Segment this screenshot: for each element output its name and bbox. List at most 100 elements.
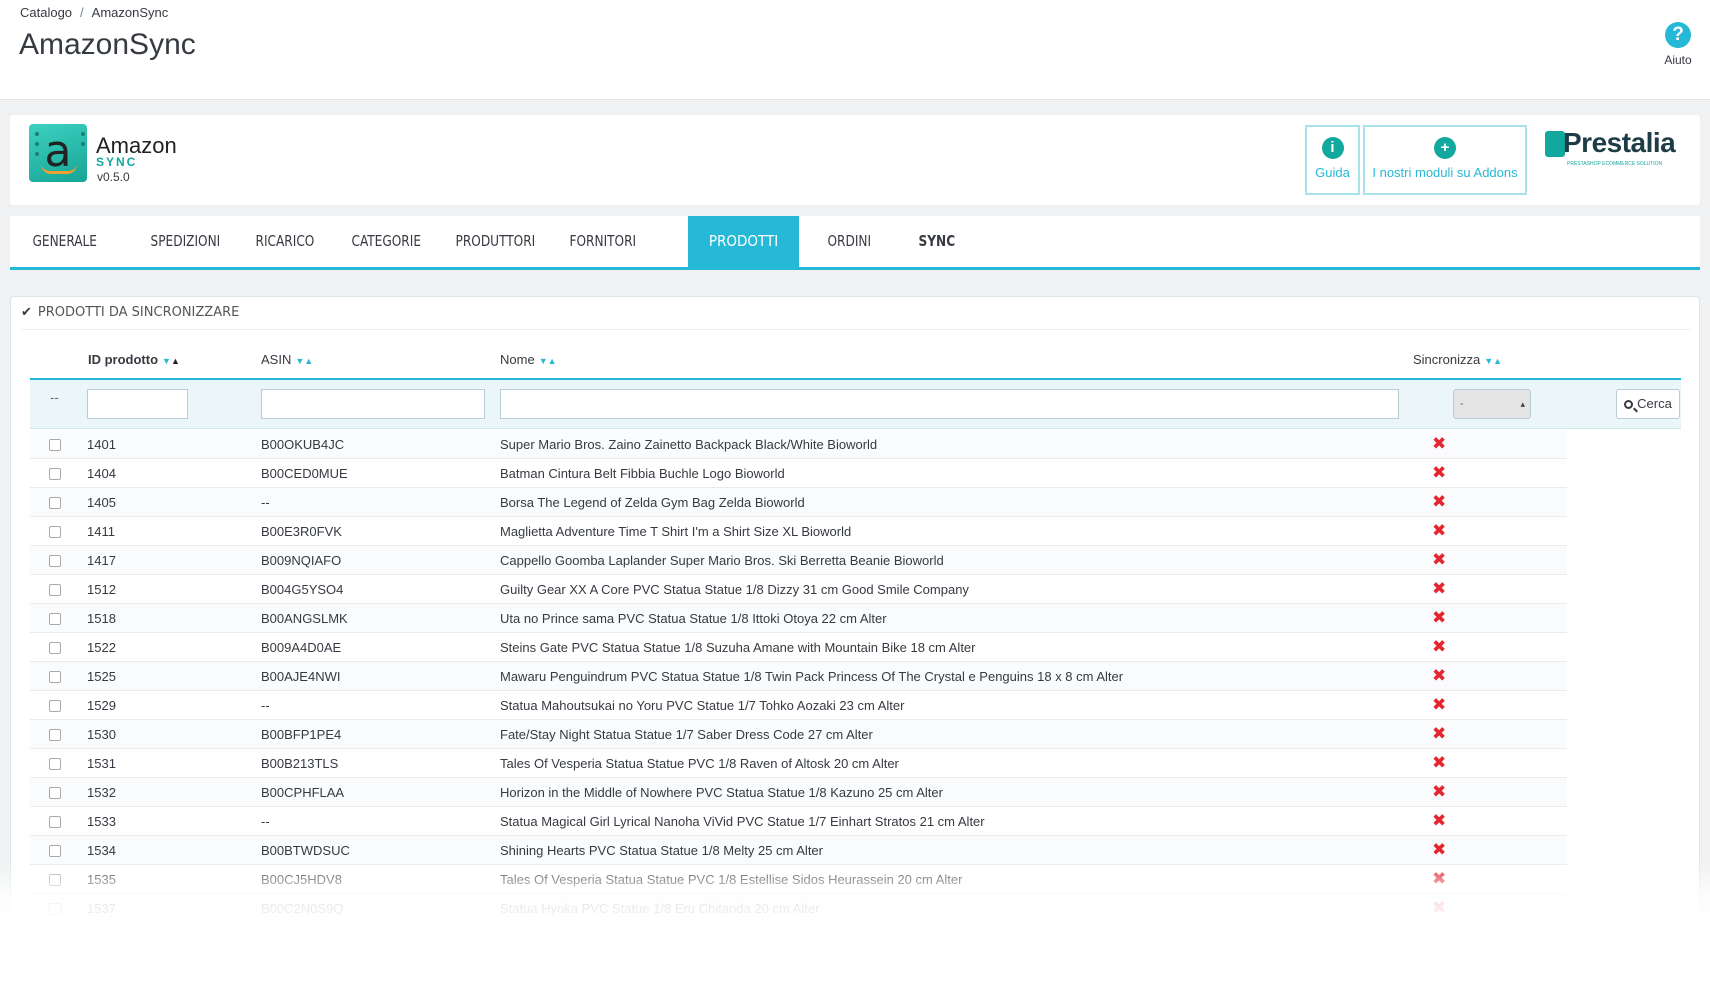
row-asin: B00BFP1PE4 [261,727,342,742]
row-checkbox[interactable] [49,439,61,451]
filter-sync-select[interactable]: - ▴▾ [1453,389,1531,437]
row-checkbox[interactable] [49,555,61,567]
row-checkbox[interactable] [49,845,61,857]
row-id: 1530 [87,727,116,742]
row-name: Fate/Stay Night Statua Statue 1/7 Saber … [500,727,873,742]
table-row[interactable]: 1411 B00E3R0FVK Maglietta Adventure Time T… [30,517,1567,546]
row-id: 1512 [87,582,116,597]
row-asin: B004G5YSO4 [261,582,344,597]
sort-desc-icon[interactable]: ▼ [162,356,171,366]
sync-disabled-icon[interactable]: ✖ [1432,463,1446,483]
tab-sync[interactable]: SYNC [896,216,978,267]
tab-produttori[interactable]: PRODUTTORI [433,216,558,267]
row-checkbox[interactable] [49,526,61,538]
sort-desc-icon[interactable]: ▼ [539,356,548,366]
filter-id-input[interactable] [87,389,188,419]
tab-ordini[interactable]: ORDINI [805,216,894,267]
guide-button[interactable]: i Guida [1305,125,1360,195]
tab-fornitori[interactable]: FORNITORI [547,216,659,267]
row-id: 1404 [87,466,116,481]
addons-modules-button[interactable]: + I nostri moduli su Addons [1363,125,1527,195]
sort-desc-icon[interactable]: ▼ [295,356,304,366]
sync-disabled-icon[interactable]: ✖ [1432,637,1446,657]
row-checkbox[interactable] [49,816,61,828]
sync-disabled-icon[interactable]: ✖ [1432,550,1446,570]
tab-generale[interactable]: GENERALE [10,216,119,267]
tab-prodotti[interactable]: PRODOTTI [688,216,799,267]
sync-disabled-icon[interactable]: ✖ [1432,579,1446,599]
sync-disabled-icon[interactable]: ✖ [1432,695,1446,715]
row-asin: B00AJE4NWI [261,669,341,684]
module-header-panel: a Amazon SYNC v0.5.0 i Guida + I nostri … [10,115,1700,205]
row-checkbox[interactable] [49,787,61,799]
help-button[interactable]: ? Aiuto [1658,22,1698,67]
sort-asc-icon[interactable]: ▲ [1493,356,1502,366]
row-checkbox[interactable] [49,758,61,770]
tab-spedizioni[interactable]: SPEDIZIONI [128,216,243,267]
row-id: 1532 [87,785,116,800]
row-checkbox[interactable] [49,584,61,596]
tab-ricarico[interactable]: RICARICO [233,216,337,267]
sync-disabled-icon[interactable]: ✖ [1432,492,1446,512]
search-button[interactable]: Cerca [1616,389,1680,419]
row-checkbox[interactable] [49,700,61,712]
sync-disabled-icon[interactable]: ✖ [1432,521,1446,541]
breadcrumb-parent[interactable]: Catalogo [20,5,72,20]
plus-circle-icon: + [1434,137,1456,159]
sync-disabled-icon[interactable]: ✖ [1432,840,1446,860]
sync-disabled-icon[interactable]: ✖ [1432,811,1446,831]
column-id-label: ID prodotto [88,352,159,367]
row-id: 1531 [87,756,116,771]
prestalia-tagline: PRESTASHOP ECOMMERCE SOLUTION [1567,161,1663,167]
column-header-id[interactable]: ID prodotto ▼▲ [88,352,180,367]
bottom-fade [0,860,1710,983]
sync-disabled-icon[interactable]: ✖ [1432,608,1446,628]
row-checkbox[interactable] [49,671,61,683]
sort-desc-icon[interactable]: ▼ [1484,356,1493,366]
row-checkbox[interactable] [49,642,61,654]
column-header-asin[interactable]: ASIN ▼▲ [261,352,313,367]
prestalia-name: Prestalia [1563,127,1676,158]
row-asin: B00OKUB4JC [261,437,345,452]
tab-categorie[interactable]: CATEGORIE [329,216,443,267]
sort-asc-icon[interactable]: ▲ [304,356,313,366]
filter-row: -- - ▴▾ Cerca [30,378,1681,437]
row-checkbox[interactable] [49,468,61,480]
row-checkbox[interactable] [49,729,61,741]
page-title: AmazonSync [19,28,196,61]
table-row[interactable]: 1532 B00CPHFLAA Horizon in the Middle of N… [30,778,1567,807]
table-row[interactable]: 1530 B00BFP1PE4 Fate/Stay Night Statua Sta… [30,720,1567,749]
table-row[interactable]: 1533 -- Statua Magical Girl Lyrical Nanoha… [30,807,1567,836]
filter-asin-input[interactable] [261,389,485,419]
sort-asc-icon[interactable]: ▲ [171,356,180,366]
table-row[interactable]: 1525 B00AJE4NWI Mawaru Penguindrum PVC Sta… [30,662,1567,691]
table-row[interactable]: 1531 B00B213TLS Tales Of Vesperia Statua S… [30,749,1567,778]
row-name: Statua Mahoutsukai no Yoru PVC Statue 1/… [500,698,905,713]
sync-disabled-icon[interactable]: ✖ [1432,782,1446,802]
table-row[interactable]: 1522 B009A4D0AE Steins Gate PVC Statua Sta… [30,633,1567,662]
sync-disabled-icon[interactable]: ✖ [1432,434,1446,454]
filter-name-input[interactable] [500,389,1399,419]
row-checkbox[interactable] [49,613,61,625]
column-header-name[interactable]: Nome ▼▲ [500,352,557,367]
table-row[interactable]: 1512 B004G5YSO4 Guilty Gear XX A Core PVC … [30,575,1567,604]
row-name: Shining Hearts PVC Statua Statue 1/8 Mel… [500,843,823,858]
sort-asc-icon[interactable]: ▲ [548,356,557,366]
table-row[interactable]: 1404 B00CED0MUE Batman Cintura Belt Fibbia… [30,459,1567,488]
bulk-actions-toggle[interactable]: -- [50,390,59,405]
column-sync-label: Sincronizza [1413,352,1481,367]
table-row[interactable]: 1417 B009NQIAFO Cappello Goomba Laplander … [30,546,1567,575]
column-header-sync[interactable]: Sincronizza ▼▲ [1413,352,1502,367]
row-name: Mawaru Penguindrum PVC Statua Statue 1/8… [500,669,1124,684]
table-row[interactable]: 1529 -- Statua Mahoutsukai no Yoru PVC Sta… [30,691,1567,720]
row-checkbox[interactable] [49,497,61,509]
table-row[interactable]: 1518 B00ANGSLMK Uta no Prince sama PVC Sta… [30,604,1567,633]
check-icon: ✔ [21,305,32,320]
sync-disabled-icon[interactable]: ✖ [1432,753,1446,773]
table-row[interactable]: 1405 -- Borsa The Legend of Zelda Gym Bag … [30,488,1567,517]
table-row[interactable]: 1401 B00OKUB4JC Super Mario Bros. Zaino Za… [30,430,1567,459]
sync-disabled-icon[interactable]: ✖ [1432,724,1446,744]
row-asin: -- [261,698,270,713]
row-id: 1411 [87,524,115,539]
sync-disabled-icon[interactable]: ✖ [1432,666,1446,686]
